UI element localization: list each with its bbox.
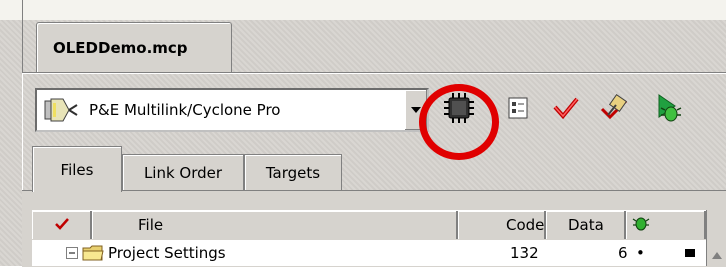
collapse-toggle-icon[interactable]: [66, 240, 78, 266]
table-row[interactable]: Project Settings 132 6 •: [32, 240, 726, 266]
row-data-size: 6: [618, 244, 628, 262]
make-icon: [598, 93, 630, 127]
settings-list-button[interactable]: [500, 92, 536, 128]
project-window: OLEDDemo.mcp P&E Multilink/Cyclone Pro F…: [0, 0, 726, 267]
row-code-size: 132: [510, 244, 539, 262]
project-tab[interactable]: OLEDDemo.mcp: [36, 22, 232, 72]
column-debug-header[interactable]: [626, 211, 706, 239]
tab-files[interactable]: Files: [32, 146, 122, 192]
column-data-header[interactable]: Data: [546, 211, 626, 239]
make-button[interactable]: [596, 92, 632, 128]
tab-link-order[interactable]: Link Order: [122, 154, 244, 190]
column-code-label: Code: [506, 216, 545, 234]
connection-select[interactable]: P&E Multilink/Cyclone Pro: [35, 88, 429, 132]
tab-files-label: Files: [60, 160, 94, 179]
tab-targets[interactable]: Targets: [244, 154, 342, 190]
checkmark-icon: [552, 95, 580, 125]
column-file-header[interactable]: File: [92, 211, 458, 239]
project-tab-label: OLEDDemo.mcp: [53, 38, 188, 57]
debug-icon: [653, 92, 683, 128]
row-debug-dot: •: [636, 244, 645, 262]
row-file-name: Project Settings: [108, 244, 226, 262]
column-code-header[interactable]: Code: [458, 211, 546, 239]
synchronize-button[interactable]: [548, 92, 584, 128]
settings-list-icon: [505, 95, 531, 125]
debug-button[interactable]: [650, 92, 686, 128]
checkmark-icon: [54, 216, 69, 234]
row-target-marker-icon[interactable]: [684, 240, 696, 266]
tab-link-order-label: Link Order: [143, 163, 223, 182]
scrollbar[interactable]: [706, 210, 726, 266]
folder-icon: [82, 240, 104, 266]
tab-targets-label: Targets: [265, 163, 321, 182]
column-check-header[interactable]: [32, 211, 92, 239]
connection-select-value: P&E Multilink/Cyclone Pro: [89, 101, 281, 119]
highlight-circle: [419, 84, 499, 160]
bug-icon: [632, 214, 650, 236]
table-header: File Code Data: [32, 210, 726, 241]
connector-icon: [43, 95, 79, 125]
column-data-label: Data: [568, 216, 604, 234]
scroll-up-icon[interactable]: [711, 246, 723, 264]
column-file-label: File: [138, 216, 164, 234]
